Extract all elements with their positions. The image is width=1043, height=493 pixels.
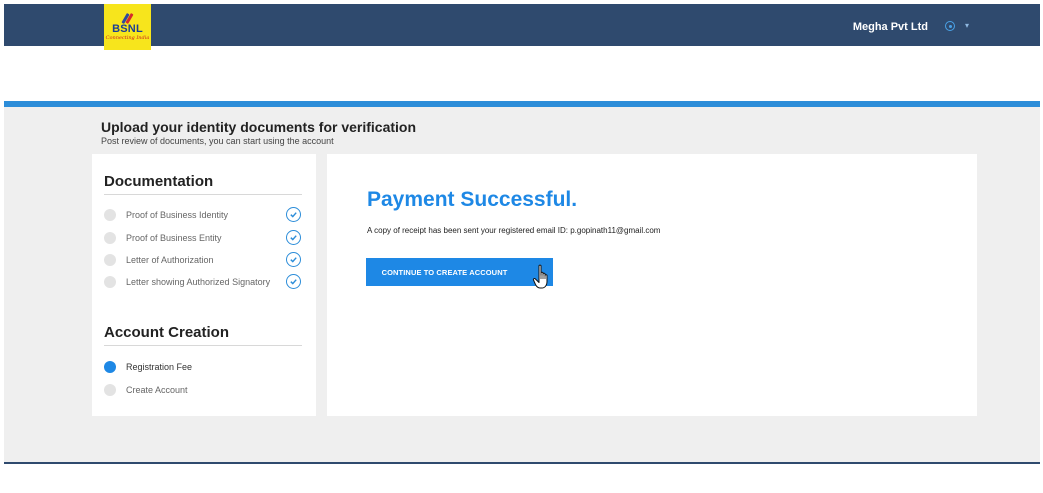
step-status-dot	[104, 384, 116, 396]
check-circle-icon	[286, 207, 301, 222]
step-registration-fee[interactable]: Registration Fee	[104, 359, 192, 375]
footer-rule	[4, 462, 1040, 464]
chevron-down-icon[interactable]: ▾	[965, 21, 969, 30]
page-title: Upload your identity documents for verif…	[101, 119, 417, 135]
payment-result-card: Payment Successful. A copy of receipt ha…	[327, 154, 977, 416]
receipt-message: A copy of receipt has been sent your reg…	[367, 226, 661, 235]
step-status-dot	[104, 276, 116, 288]
check-circle-icon	[286, 274, 301, 289]
payment-success-heading: Payment Successful.	[367, 188, 578, 211]
logo-tagline: Connecting India	[105, 34, 150, 41]
hand-pointer-cursor-icon	[532, 264, 548, 289]
logo-text: BSNL	[112, 22, 143, 35]
user-circle-icon[interactable]	[945, 21, 955, 31]
step-label: Proof of Business Identity	[126, 210, 229, 220]
company-name[interactable]: Megha Pvt Ltd	[853, 21, 928, 33]
step-letter-authorized-signatory[interactable]: Letter showing Authorized Signatory	[104, 274, 270, 290]
check-circle-icon	[286, 230, 301, 245]
step-proof-of-business-entity[interactable]: Proof of Business Entity	[104, 230, 222, 246]
step-create-account[interactable]: Create Account	[104, 382, 188, 398]
step-label: Letter showing Authorized Signatory	[126, 277, 271, 287]
progress-sidebar: Documentation Proof of Business Identity…	[92, 154, 316, 416]
continue-to-create-account-button[interactable]: CONTINUE TO CREATE ACCOUNT	[366, 258, 553, 286]
step-status-dot-active	[104, 361, 116, 373]
step-label: Registration Fee	[126, 362, 193, 372]
step-label: Letter of Authorization	[126, 255, 214, 265]
page-subtitle: Post review of documents, you can start …	[101, 136, 334, 146]
check-circle-icon	[286, 252, 301, 267]
bsnl-logo-mark-icon	[120, 12, 135, 24]
step-status-dot	[104, 254, 116, 266]
step-letter-of-authorization[interactable]: Letter of Authorization	[104, 252, 214, 268]
step-status-dot	[104, 232, 116, 244]
account-creation-heading: Account Creation	[104, 324, 302, 346]
step-proof-of-business-identity[interactable]: Proof of Business Identity	[104, 207, 228, 223]
step-status-dot	[104, 209, 116, 221]
top-navbar: BSNL Connecting India Megha Pvt Ltd ▾	[4, 4, 1040, 50]
documentation-heading: Documentation	[104, 173, 302, 195]
step-label: Proof of Business Entity	[126, 233, 222, 243]
bsnl-logo[interactable]: BSNL Connecting India	[104, 4, 151, 50]
step-label: Create Account	[126, 385, 188, 395]
